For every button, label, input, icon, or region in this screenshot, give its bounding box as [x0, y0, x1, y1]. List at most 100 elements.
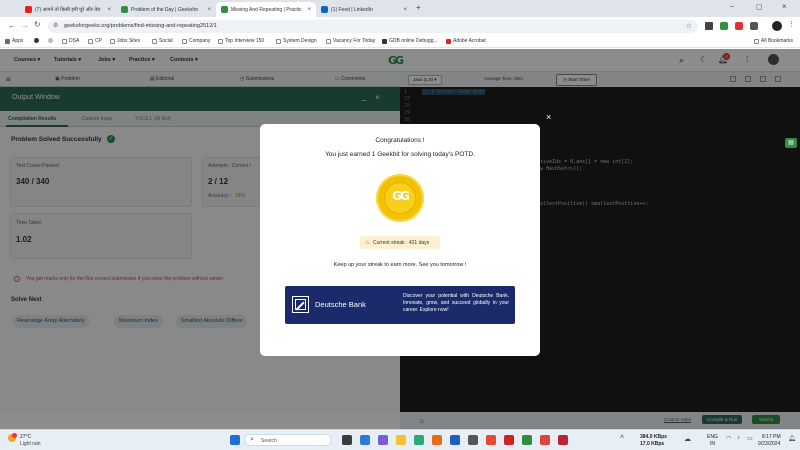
battery-icon[interactable]: ▭	[747, 435, 753, 442]
weather-badge	[12, 433, 17, 438]
close-tab-icon[interactable]: ×	[107, 7, 111, 13]
windows-start-icon[interactable]	[230, 435, 240, 445]
language-region: IN	[710, 441, 715, 447]
gfg-icon	[121, 6, 128, 13]
extensions-puzzle-icon[interactable]	[750, 22, 758, 30]
reload-icon[interactable]: ↻	[34, 20, 41, 29]
folder-icon	[62, 38, 67, 44]
tab-problem-of-the-day[interactable]: Problem of the Day | Geeksfor ×	[116, 2, 216, 17]
fire-icon: ♨	[365, 240, 371, 246]
linkedin-icon	[321, 6, 328, 13]
weather-temp: 27°C	[20, 434, 32, 440]
folder-icon	[754, 38, 759, 44]
tab-label: Missing And Repeating | Practic	[231, 6, 302, 13]
back-icon[interactable]: ←	[8, 21, 16, 30]
vlc-icon[interactable]	[432, 435, 442, 445]
gfg-icon	[221, 6, 228, 13]
adobe-icon	[446, 38, 451, 44]
notifications-icon[interactable]: 🔔︎	[788, 435, 796, 442]
bookmark-gdb[interactable]: GDB online Debugg...	[382, 38, 438, 44]
extension-icon[interactable]	[735, 22, 743, 30]
teams-icon[interactable]	[378, 435, 388, 445]
tab-missing-and-repeating[interactable]: Missing And Repeating | Practic ×	[216, 2, 316, 17]
coin-gfg-logo: GG	[392, 189, 410, 203]
extension-icon[interactable]	[720, 22, 728, 30]
browser-tab-strip: (7) आपने तो किसी इनी घूरे और तेरा × Prob…	[0, 0, 800, 17]
file-explorer-icon[interactable]	[396, 435, 406, 445]
github-icon	[34, 38, 39, 43]
menu-kebab-icon[interactable]: ⋮	[788, 20, 795, 28]
profile-avatar[interactable]	[772, 21, 782, 31]
folder-icon	[218, 38, 223, 44]
bookmark-github[interactable]	[34, 38, 39, 43]
taskbar-search[interactable]: ⌕ Search	[244, 434, 332, 446]
streak-text: Current streak : 421 days	[373, 240, 430, 246]
address-bar[interactable]: ⚙ geeksforgeeks.org/problems/find-missin…	[48, 20, 698, 33]
taskbar-search-label: Search	[261, 438, 277, 444]
bookmark-top-interview[interactable]: Top Interview 150	[218, 38, 264, 44]
show-hidden-icons[interactable]: ˄	[620, 434, 624, 441]
forward-icon[interactable]: →	[21, 21, 29, 30]
bookmark-icon-item[interactable]	[48, 38, 53, 43]
chat-icon[interactable]: ▤	[785, 138, 797, 148]
onedrive-icon[interactable]: ☁	[684, 435, 691, 443]
app-icon[interactable]	[522, 435, 532, 445]
apps-grid-icon	[5, 38, 10, 44]
bookmark-apps[interactable]: Apps	[5, 38, 23, 44]
extension-icon[interactable]	[705, 22, 713, 30]
close-tab-icon[interactable]: ×	[307, 7, 311, 13]
bookmark-system-design[interactable]: System Design	[276, 38, 317, 44]
modal-title: Congratulations !	[375, 137, 425, 144]
tab-label: (7) आपने तो किसी इनी घूरे और तेरा	[35, 6, 101, 13]
app-icon[interactable]	[468, 435, 478, 445]
clock-date[interactable]: 9/23/2024	[758, 441, 780, 447]
clock-time[interactable]: 8:17 PM	[762, 434, 781, 440]
outlook-icon[interactable]	[450, 435, 460, 445]
geekbit-coin: GG	[376, 174, 424, 222]
bookmark-dsa[interactable]: DSA	[62, 38, 79, 44]
bookmark-social[interactable]: Social	[152, 38, 173, 44]
maximize-icon[interactable]: ▢	[756, 3, 763, 11]
browser-toolbar: ← → ↻ ⚙ geeksforgeeks.org/problems/find-…	[0, 17, 800, 36]
chrome-icon[interactable]	[540, 435, 550, 445]
bookmark-adobe[interactable]: Adobe Acrobat	[446, 38, 486, 44]
site-info-icon[interactable]: ⚙	[53, 20, 58, 33]
folder-icon	[182, 38, 187, 44]
bookmark-cp[interactable]: CP	[88, 38, 102, 44]
bookmark-star-icon[interactable]: ☆	[686, 20, 692, 33]
ad-text: Discover your potential with Deutsche Ba…	[403, 293, 509, 313]
streak-message: Keep up your streak to earn more. See yo…	[333, 262, 467, 268]
deutsche-bank-ad[interactable]: Deutsche Bank Discover your potential wi…	[285, 286, 515, 324]
bookmark-company[interactable]: Company	[182, 38, 210, 44]
new-tab-button[interactable]: +	[416, 3, 421, 12]
app-icon[interactable]	[414, 435, 424, 445]
all-bookmarks[interactable]: All Bookmarks	[754, 38, 793, 44]
volume-icon[interactable]: ♪	[737, 435, 740, 441]
network-upload: 384.0 KBps	[640, 434, 667, 440]
youtube-icon	[25, 6, 32, 13]
folder-icon	[152, 38, 157, 44]
close-tab-icon[interactable]: ×	[403, 7, 407, 13]
globe-icon	[48, 38, 53, 43]
tab-label: Problem of the Day | Geeksfor	[131, 6, 199, 13]
tab-label: (1) Feed | LinkedIn	[331, 6, 373, 13]
close-tab-icon[interactable]: ×	[207, 7, 211, 13]
folder-icon	[326, 38, 331, 44]
weather-desc: Light rain	[20, 441, 41, 447]
app-icon[interactable]	[558, 435, 568, 445]
language-code[interactable]: ENG	[707, 434, 718, 440]
bookmark-jobs-sites[interactable]: Jobs Sites	[110, 38, 140, 44]
task-view-icon[interactable]	[342, 435, 352, 445]
minimize-icon[interactable]: –	[730, 3, 734, 10]
close-window-icon[interactable]: ×	[782, 2, 787, 11]
bookmark-vacancy[interactable]: Vacancy For Today	[326, 38, 375, 44]
wifi-icon[interactable]: ◠	[726, 435, 731, 442]
tab-youtube[interactable]: (7) आपने तो किसी इनी घूरे और तेरा ×	[20, 2, 116, 17]
tab-linkedin[interactable]: (1) Feed | LinkedIn ×	[316, 2, 412, 17]
widgets-icon[interactable]	[360, 435, 370, 445]
search-icon: ⌕	[250, 436, 254, 443]
close-modal-icon[interactable]: ×	[546, 112, 551, 122]
deutsche-bank-logo-icon	[292, 296, 309, 313]
brave-icon[interactable]	[486, 435, 496, 445]
acrobat-icon[interactable]	[504, 435, 514, 445]
